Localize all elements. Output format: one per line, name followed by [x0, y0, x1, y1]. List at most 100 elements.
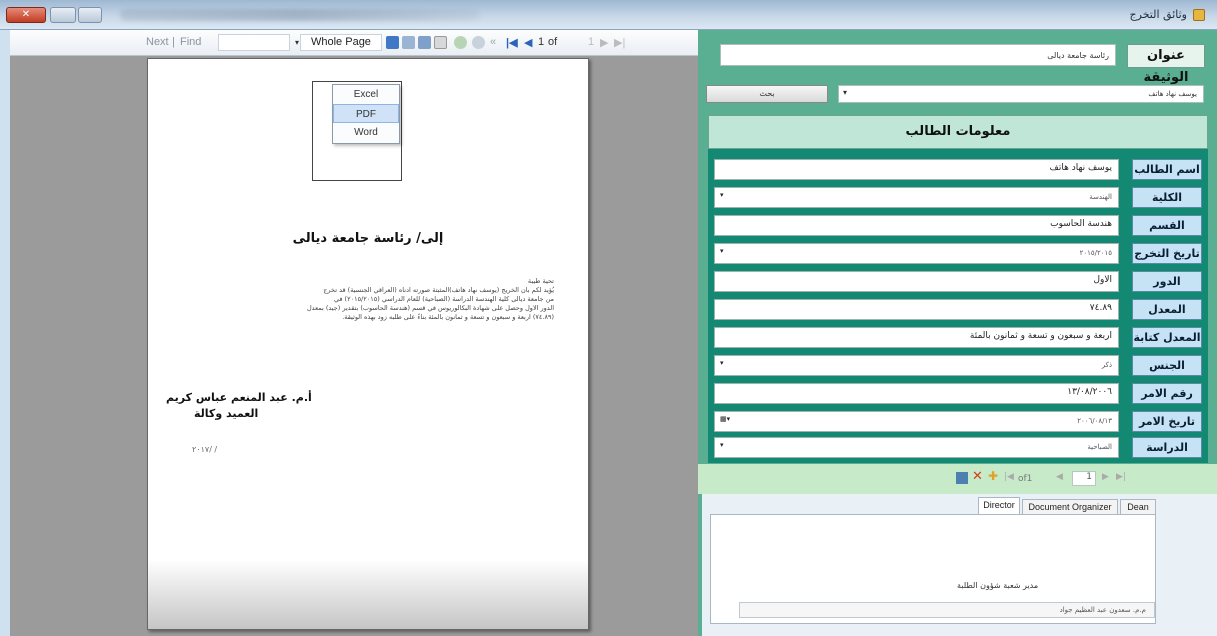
export-icon[interactable] [386, 36, 399, 49]
page-shadow [148, 559, 588, 629]
student-fields: اسم الطالب يوسف نهاد هاتف الكلية ▾ الهندس… [708, 149, 1208, 463]
export-excel-item[interactable]: Excel [333, 85, 399, 104]
tab-dean[interactable]: Dean [1120, 499, 1156, 515]
field-label-department: القسم [1132, 215, 1202, 236]
previous-page-icon[interactable]: ◀ [524, 36, 532, 49]
page-number[interactable]: 1 [538, 36, 544, 48]
field-label-order-number: رقم الامر [1132, 383, 1202, 404]
tab-document-organizer[interactable]: Document Organizer [1022, 499, 1118, 515]
field-label-order-date: تاريخ الامر [1132, 411, 1202, 432]
average-input[interactable]: ٧٤.٨٩ [714, 299, 1119, 320]
export-menu: Excel PDF Word [332, 84, 400, 144]
close-icon: ✕ [21, 9, 31, 20]
body-line: من جامعة ديالى كلية الهندسة الدراسة (الص… [333, 295, 554, 303]
signer-tab-panel: مدير شعبة شؤون الطلبة م.م. سعدون عبد الع… [710, 514, 1156, 624]
last-page-icon[interactable]: ▶| [614, 36, 625, 49]
refresh-icon[interactable] [454, 36, 467, 49]
close-button[interactable]: ✕ [6, 7, 46, 23]
study-type-select[interactable]: ▾ الصباحية [714, 437, 1119, 458]
record-navigator: ✕ ✚ |◀ of1 ◀ 1 ▶ ▶| [698, 464, 1217, 494]
field-label-study: الدراسة [1132, 437, 1202, 458]
title-bar: ✕ وثائق التخرج [0, 0, 1217, 30]
signer-name-field[interactable]: م.م. سعدون عبد العظيم جواد [739, 602, 1155, 618]
last-record-icon[interactable]: ▶| [1116, 472, 1126, 482]
calendar-icon[interactable]: ▾▦ [720, 415, 730, 423]
chevron-down-icon: ▾ [843, 88, 848, 97]
next-record-icon[interactable]: ▶ [1102, 472, 1109, 482]
find-input[interactable] [218, 34, 290, 51]
document-title-label: عنوان الوثيقة [1127, 44, 1205, 85]
signer-title: مدير شعبة شؤون الطلبة [957, 581, 1039, 590]
tab-director[interactable]: Director [978, 497, 1020, 515]
signatory-name: أ.م. عبد المنعم عباس كريم [166, 391, 312, 404]
page-setup-icon[interactable] [418, 36, 431, 49]
field-label-average: المعدل [1132, 299, 1202, 320]
greeting-text: تحية طيبة [527, 277, 554, 285]
order-number-input[interactable]: ١٣/٠٨/٢٠٠٦ [714, 383, 1119, 404]
chevron-down-icon: ▾ [720, 359, 724, 367]
next-link[interactable]: Next [146, 36, 169, 48]
save-icon[interactable] [956, 472, 968, 484]
average-words-input[interactable]: اربعة و سبعون و تسعة و ثمانون بالمئة [714, 327, 1119, 348]
print-layout-icon[interactable] [402, 36, 415, 49]
body-line: يُؤيد لكم بان الخريج (يوسف نهاد هاتف)الم… [323, 286, 554, 294]
next-page-icon[interactable]: ▶ [600, 36, 608, 49]
background-window-title [120, 9, 480, 21]
order-date-picker[interactable]: ▾▦ ٢٠٠٦/٠٨/١٣ [714, 411, 1119, 432]
signatory-title: العميد وكالة [194, 407, 259, 420]
record-position-input[interactable]: 1 [1072, 471, 1096, 486]
student-select[interactable]: ▾ يوسف نهاد هاتف [838, 85, 1204, 103]
student-info-header: معلومات الطالب [708, 115, 1208, 149]
student-name-input[interactable]: يوسف نهاد هاتف [714, 159, 1119, 180]
back-icon[interactable]: « [490, 36, 496, 48]
college-select[interactable]: ▾ الهندسة [714, 187, 1119, 208]
page-of-label: of [548, 36, 558, 48]
field-label-college: الكلية [1132, 187, 1202, 208]
order-date-value: ٢٠٠٦/٠٨/١٣ [1077, 417, 1112, 425]
document-title-input[interactable]: رئاسة جامعة ديالى [720, 44, 1116, 66]
page-count: 1 [588, 36, 595, 48]
field-label-average-words: المعدل كتابة [1132, 327, 1202, 348]
department-input[interactable]: هندسة الحاسوب [714, 215, 1119, 236]
record-of-label: of1 [1018, 474, 1033, 484]
round-input[interactable]: الاول [714, 271, 1119, 292]
zoom-value: Whole Page [311, 36, 371, 48]
report-viewer: Next | Find ▾ Whole Page « |◀ ◀ 1 of 1 ▶… [10, 30, 698, 636]
maximize-button[interactable] [50, 7, 76, 23]
gender-value: ذكر [1101, 361, 1112, 369]
college-value: الهندسة [1089, 193, 1112, 201]
chevron-down-icon: ▾ [295, 38, 300, 47]
export-pdf-item[interactable]: PDF [333, 104, 399, 123]
report-toolbar: Next | Find ▾ Whole Page « |◀ ◀ 1 of 1 ▶… [10, 30, 698, 56]
chevron-down-icon: ▾ [720, 191, 724, 199]
field-label-graduation-year: تاريخ التخرج [1132, 243, 1202, 264]
body-line: الدور الاول وحصل على شهادة البكالوريوس ف… [306, 304, 554, 312]
graduation-year-value: ٢٠١٥/٢٠١٥ [1079, 249, 1112, 257]
window-title: وثائق التخرج [1129, 8, 1187, 21]
minimize-button[interactable] [78, 7, 102, 23]
chevron-down-icon: ▾ [720, 247, 724, 255]
print-icon[interactable] [434, 36, 447, 49]
previous-record-icon[interactable]: ◀ [1056, 472, 1063, 482]
stop-icon[interactable] [472, 36, 485, 49]
find-link[interactable]: Find [180, 36, 201, 48]
gender-select[interactable]: ▾ ذكر [714, 355, 1119, 376]
student-select-value: يوسف نهاد هاتف [1148, 90, 1197, 98]
field-label-name: اسم الطالب [1132, 159, 1202, 180]
field-label-gender: الجنس [1132, 355, 1202, 376]
student-form-panel: عنوان الوثيقة رئاسة جامعة ديالى ▾ يوسف ن… [698, 30, 1217, 636]
first-page-icon[interactable]: |◀ [506, 36, 518, 49]
app-window: ✕ وثائق التخرج Next | Find ▾ Whole Page … [0, 0, 1217, 636]
zoom-select[interactable]: ▾ Whole Page [295, 34, 382, 51]
graduation-year-select[interactable]: ▾ ٢٠١٥/٢٠١٥ [714, 243, 1119, 264]
export-word-item[interactable]: Word [333, 123, 399, 142]
chevron-down-icon: ▾ [720, 441, 724, 449]
search-button[interactable]: بحث [706, 85, 828, 103]
recipient-address: إلى/ رئاسة جامعة ديالى [292, 231, 444, 246]
toolbar-separator: | [172, 36, 175, 48]
add-icon[interactable]: ✚ [988, 469, 998, 483]
first-record-icon[interactable]: |◀ [1004, 472, 1014, 482]
delete-icon[interactable]: ✕ [972, 469, 983, 484]
app-icon [1193, 9, 1205, 21]
study-type-value: الصباحية [1087, 443, 1112, 451]
